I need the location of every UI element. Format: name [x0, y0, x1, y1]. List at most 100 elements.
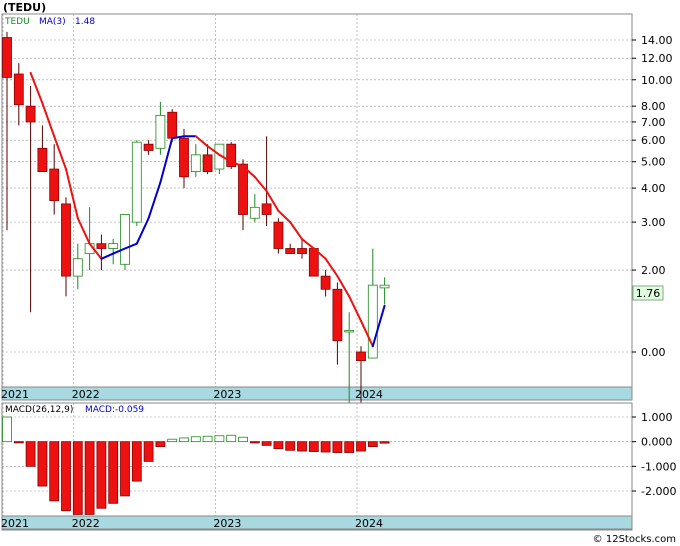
macd-bar — [131, 441, 142, 482]
candle-body — [72, 258, 83, 277]
price-y-tick-label: 7.00 — [641, 116, 666, 129]
macd-bar — [167, 438, 178, 443]
price-x-tick-label: 2021 — [1, 388, 29, 401]
macd-legend-label: MACD(26,12,9) — [5, 405, 73, 415]
macd-x-tick-label: 2023 — [213, 517, 241, 530]
legend-ma-label: MA(3) — [39, 17, 66, 27]
stock-chart: (TEDU) 14.00 12.00 10.00 8.00 7.00 6.00 5.00 4.… — [1, 1, 676, 545]
macd-x-tick-label: 2024 — [355, 517, 383, 530]
macd-bar — [226, 434, 237, 443]
macd-bar — [25, 441, 36, 467]
macd-bar — [214, 435, 225, 443]
macd-bar — [297, 441, 307, 452]
candle-body — [2, 37, 12, 78]
candle-body — [13, 73, 24, 106]
macd-bar — [320, 441, 331, 453]
macd-x-tick-label: 2021 — [1, 517, 29, 530]
candle-body — [297, 248, 307, 254]
candle-body — [120, 214, 130, 265]
macd-bar — [13, 441, 24, 444]
candle-body — [179, 137, 189, 178]
macd-bar — [108, 441, 119, 504]
macd-bar — [179, 437, 189, 443]
price-y-tick-label: 6.00 — [641, 134, 666, 147]
macd-y-tick-label: -2.000 — [641, 485, 676, 498]
macd-bar — [49, 441, 60, 502]
candle-body — [108, 243, 119, 249]
price-y-axis: 14.00 12.00 10.00 8.00 7.00 6.00 5.00 4.00 3.00 2… — [632, 34, 673, 359]
candle-body — [238, 163, 248, 215]
macd-bar — [332, 441, 343, 453]
macd-bar — [249, 441, 260, 444]
candle-body — [131, 141, 142, 223]
macd-bar — [37, 441, 48, 487]
candle-body — [308, 248, 319, 277]
candle-body — [332, 288, 343, 342]
last-price-badge: 1.76 — [632, 285, 664, 301]
candle-body — [285, 248, 296, 254]
candle-body — [61, 203, 71, 277]
price-y-tick-label: 2.00 — [641, 264, 666, 277]
candle-body — [143, 143, 154, 151]
macd-bar — [308, 441, 319, 452]
price-y-tick-label: 10.00 — [641, 74, 673, 87]
price-y-tick-label: 8.00 — [641, 100, 666, 113]
macd-bar — [190, 436, 201, 443]
price-y-tick-label: 0.00 — [641, 346, 666, 359]
chart-title: (TEDU) — [3, 1, 46, 14]
macd-legend-value: MACD:-0.059 — [85, 405, 144, 415]
candle-body — [320, 275, 331, 290]
price-y-tick-label: 5.00 — [641, 156, 666, 169]
macd-y-axis: 1.000 0.000 -1.000 -2.000 — [632, 411, 676, 498]
macd-bar — [143, 441, 154, 462]
macd-bar — [285, 441, 296, 451]
macd-bar — [261, 441, 272, 446]
price-y-tick-label: 4.00 — [641, 182, 666, 195]
price-x-tick-label: 2024 — [355, 388, 383, 401]
macd-bar — [96, 441, 107, 509]
macd-bar — [238, 436, 248, 443]
macd-y-tick-label: 1.000 — [641, 411, 673, 424]
candle-body — [25, 105, 36, 123]
price-x-tick-label: 2022 — [72, 388, 100, 401]
legend-symbol: TEDU — [4, 17, 30, 27]
macd-bar — [72, 441, 83, 515]
price-legend: TEDU MA(3) 1.48 — [4, 17, 95, 27]
candle-body — [356, 351, 366, 361]
candle-body — [37, 147, 48, 172]
macd-bar — [202, 435, 213, 443]
candle-body — [273, 221, 284, 249]
candle-body — [49, 168, 60, 201]
macd-bar — [356, 441, 366, 452]
footer-credit: © 12Stocks.com — [593, 534, 676, 545]
candle-body — [155, 114, 166, 149]
macd-panel — [1, 402, 633, 531]
macd-bar — [120, 441, 130, 497]
macd-bar — [379, 441, 390, 444]
price-y-tick-label: 12.00 — [641, 52, 673, 65]
macd-y-tick-label: 0.000 — [641, 436, 673, 449]
legend-ma-value: 1.48 — [75, 17, 95, 27]
macd-bar — [84, 441, 95, 515]
candle-body — [96, 243, 107, 249]
macd-y-tick-label: -1.000 — [641, 460, 676, 473]
macd-bar — [273, 441, 284, 449]
candle-body — [167, 111, 178, 139]
macd-bar — [2, 416, 12, 443]
candle-body — [190, 154, 201, 172]
candle-body — [344, 330, 355, 333]
price-y-tick-label: 14.00 — [641, 34, 673, 47]
macd-bar — [367, 441, 378, 447]
candle-body — [249, 206, 260, 219]
price-panel — [1, 13, 633, 401]
price-x-tick-label: 2023 — [213, 388, 241, 401]
price-y-tick-label: 3.00 — [641, 216, 666, 229]
candle-body — [261, 203, 272, 215]
candle-body — [379, 284, 390, 289]
macd-bar — [155, 441, 166, 447]
candle-body — [202, 154, 213, 172]
macd-bar — [61, 441, 71, 512]
last-price-value: 1.76 — [636, 287, 661, 300]
macd-bar — [344, 441, 355, 453]
macd-x-tick-label: 2022 — [72, 517, 100, 530]
